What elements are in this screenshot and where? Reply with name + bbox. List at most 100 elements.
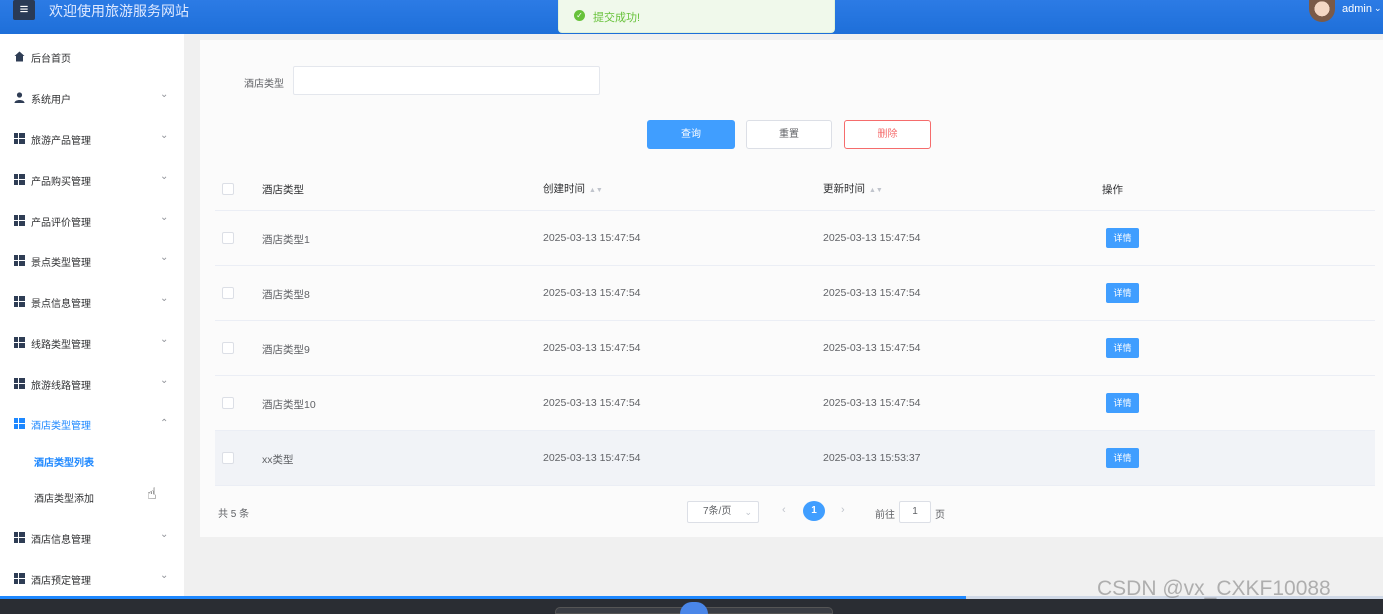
created-cell: 2025-03-13 15:47:54: [543, 452, 641, 464]
chevron-down-icon: ⌄: [160, 570, 169, 581]
goto-prefix: 前往: [875, 510, 895, 521]
query-button[interactable]: 查询: [647, 120, 735, 149]
sidebar-subitem-hotel-type-add[interactable]: 酒店类型添加: [34, 490, 94, 505]
hotel-type-cell: 酒店类型1: [262, 234, 310, 246]
column-header-created[interactable]: 创建时间 ▲▼: [543, 181, 603, 196]
column-header-updated[interactable]: 更新时间 ▲▼: [823, 181, 883, 196]
grid-icon: [14, 174, 25, 185]
grid-icon: [14, 337, 25, 348]
chevron-down-icon: ⌄: [160, 375, 169, 386]
grid-icon: [14, 255, 25, 266]
table-row: 酒店类型8 2025-03-13 15:47:54 2025-03-13 15:…: [215, 266, 1375, 321]
hotel-type-search-input[interactable]: [293, 66, 600, 95]
sidebar-item-travel-routes[interactable]: 旅游线路管理 ⌄: [0, 375, 184, 395]
detail-button[interactable]: 详情: [1106, 393, 1139, 413]
site-title: 欢迎使用旅游服务网站: [49, 3, 189, 19]
row-checkbox[interactable]: [222, 232, 234, 244]
user-name[interactable]: admin: [1342, 3, 1372, 15]
table-row: 酒店类型9 2025-03-13 15:47:54 2025-03-13 15:…: [215, 321, 1375, 376]
created-cell: 2025-03-13 15:47:54: [543, 397, 641, 409]
page-number-current[interactable]: 1: [803, 501, 825, 521]
grid-icon: [14, 532, 25, 543]
watermark: CSDN @vx_CXKF10088: [1097, 577, 1331, 600]
sidebar-item-route-types[interactable]: 线路类型管理 ⌄: [0, 334, 184, 354]
hotel-type-cell: 酒店类型9: [262, 344, 310, 356]
chevron-down-icon: ⌄: [160, 171, 169, 182]
success-toast: ✓ 提交成功!: [558, 0, 835, 33]
row-checkbox[interactable]: [222, 397, 234, 409]
table-header: 酒店类型 创建时间 ▲▼ 更新时间 ▲▼ 操作: [215, 168, 1375, 211]
chevron-up-icon: ⌃: [160, 418, 169, 429]
toast-message: 提交成功!: [593, 12, 641, 24]
grid-icon: [14, 573, 25, 584]
page-size-select[interactable]: 7条/页 ⌄: [687, 501, 759, 523]
next-page-icon[interactable]: ›: [841, 504, 845, 516]
video-control-bar: [0, 599, 1383, 614]
mouse-cursor-icon: ☝: [147, 486, 157, 503]
select-all-checkbox[interactable]: [222, 183, 234, 195]
row-checkbox[interactable]: [222, 342, 234, 354]
chevron-down-icon: ⌄: [160, 293, 169, 304]
hotel-type-cell: 酒店类型8: [262, 289, 310, 301]
detail-button[interactable]: 详情: [1106, 283, 1139, 303]
updated-cell: 2025-03-13 15:47:54: [823, 397, 921, 409]
sidebar-item-product-reviews[interactable]: 产品评价管理 ⌄: [0, 212, 184, 232]
goto-page-input[interactable]: 1: [899, 501, 931, 523]
sidebar-item-scenic-info[interactable]: 景点信息管理 ⌄: [0, 293, 184, 313]
hotel-type-cell: xx类型: [262, 454, 294, 466]
created-cell: 2025-03-13 15:47:54: [543, 287, 641, 299]
sidebar-item-label: 酒店类型管理: [31, 421, 91, 432]
chevron-down-icon: ⌄: [160, 334, 169, 345]
detail-button[interactable]: 详情: [1106, 228, 1139, 248]
hotel-type-cell: 酒店类型10: [262, 399, 316, 411]
sidebar-item-hotel-booking[interactable]: 酒店预定管理 ⌄: [0, 570, 184, 590]
table-row: 酒店类型10 2025-03-13 15:47:54 2025-03-13 15…: [215, 376, 1375, 431]
sidebar-item-scenic-types[interactable]: 景点类型管理 ⌄: [0, 252, 184, 272]
detail-button[interactable]: 详情: [1106, 338, 1139, 358]
updated-cell: 2025-03-13 15:47:54: [823, 232, 921, 244]
created-cell: 2025-03-13 15:47:54: [543, 232, 641, 244]
sidebar-item-label: 景点信息管理: [31, 299, 91, 310]
sort-icon[interactable]: ▲▼: [589, 187, 603, 194]
column-header: 酒店类型: [262, 184, 304, 196]
column-header-label: 创建时间: [543, 183, 585, 195]
sidebar-item-label: 酒店信息管理: [31, 535, 91, 546]
grid-icon: [14, 296, 25, 307]
menu-icon[interactable]: ≡: [13, 0, 35, 20]
sidebar-item-label: 产品购买管理: [31, 177, 91, 188]
delete-button[interactable]: 删除: [844, 120, 931, 149]
prev-page-icon[interactable]: ‹: [782, 504, 786, 516]
sidebar-item-home[interactable]: 后台首页: [0, 48, 184, 68]
sidebar-item-hotel-info[interactable]: 酒店信息管理 ⌄: [0, 529, 184, 549]
sidebar-item-label: 后台首页: [31, 54, 71, 65]
sidebar-item-label: 系统用户: [31, 95, 71, 106]
chevron-down-icon: ⌄: [160, 212, 169, 223]
chevron-down-icon: ⌄: [160, 130, 169, 141]
sidebar-item-users[interactable]: 系统用户 ⌄: [0, 89, 184, 109]
reset-button[interactable]: 重置: [746, 120, 832, 149]
sidebar-item-hotel-types[interactable]: 酒店类型管理 ⌃: [0, 415, 184, 435]
search-label: 酒店类型: [244, 79, 284, 90]
sidebar-subitem-hotel-type-list[interactable]: 酒店类型列表: [34, 454, 94, 469]
sidebar-item-product-purchase[interactable]: 产品购买管理 ⌄: [0, 171, 184, 191]
play-icon[interactable]: [680, 602, 708, 614]
table-row: xx类型 2025-03-13 15:47:54 2025-03-13 15:5…: [215, 431, 1375, 486]
row-checkbox[interactable]: [222, 452, 234, 464]
sidebar-item-travel-products[interactable]: 旅游产品管理 ⌄: [0, 130, 184, 150]
updated-cell: 2025-03-13 15:47:54: [823, 342, 921, 354]
updated-cell: 2025-03-13 15:47:54: [823, 287, 921, 299]
total-count: 共 5 条: [218, 509, 250, 520]
chevron-down-icon: ⌄: [160, 529, 169, 540]
user-icon: [14, 92, 25, 103]
grid-icon: [14, 378, 25, 389]
avatar[interactable]: [1309, 0, 1335, 22]
column-header: 操作: [1102, 184, 1123, 196]
row-checkbox[interactable]: [222, 287, 234, 299]
chevron-down-icon: ⌄: [160, 89, 169, 100]
detail-button[interactable]: 详情: [1106, 448, 1139, 468]
table-row: 酒店类型1 2025-03-13 15:47:54 2025-03-13 15:…: [215, 211, 1375, 266]
sidebar: 后台首页 系统用户 ⌄ 旅游产品管理 ⌄ 产品购买管理 ⌄ 产品评价管理 ⌄ 景…: [0, 34, 184, 614]
sort-icon[interactable]: ▲▼: [869, 187, 883, 194]
grid-icon: [14, 215, 25, 226]
chevron-down-icon[interactable]: ⌄: [1374, 3, 1382, 14]
